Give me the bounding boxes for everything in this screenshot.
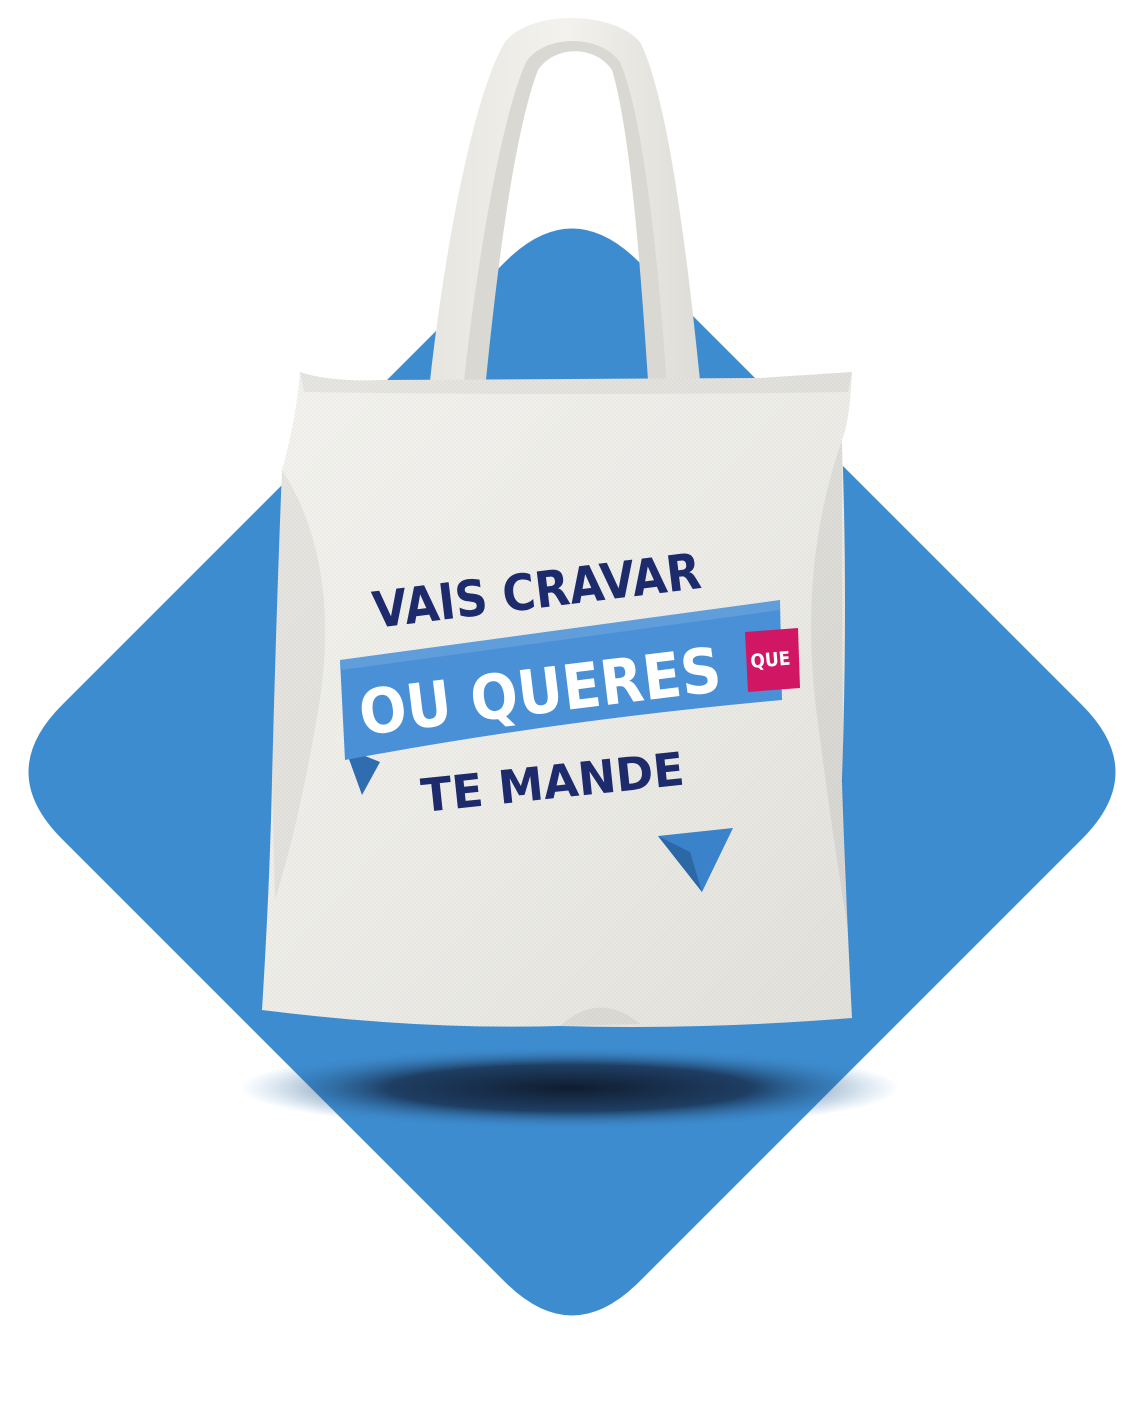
tote-bag-illustration: VAIS CRAVAR OU QUERES QUE TE MANDE: [28, 18, 1116, 1316]
bag-shadow: [240, 1046, 900, 1130]
que-tag-label: QUE: [750, 648, 792, 673]
product-mockup: VAIS CRAVAR OU QUERES QUE TE MANDE: [0, 0, 1144, 1404]
